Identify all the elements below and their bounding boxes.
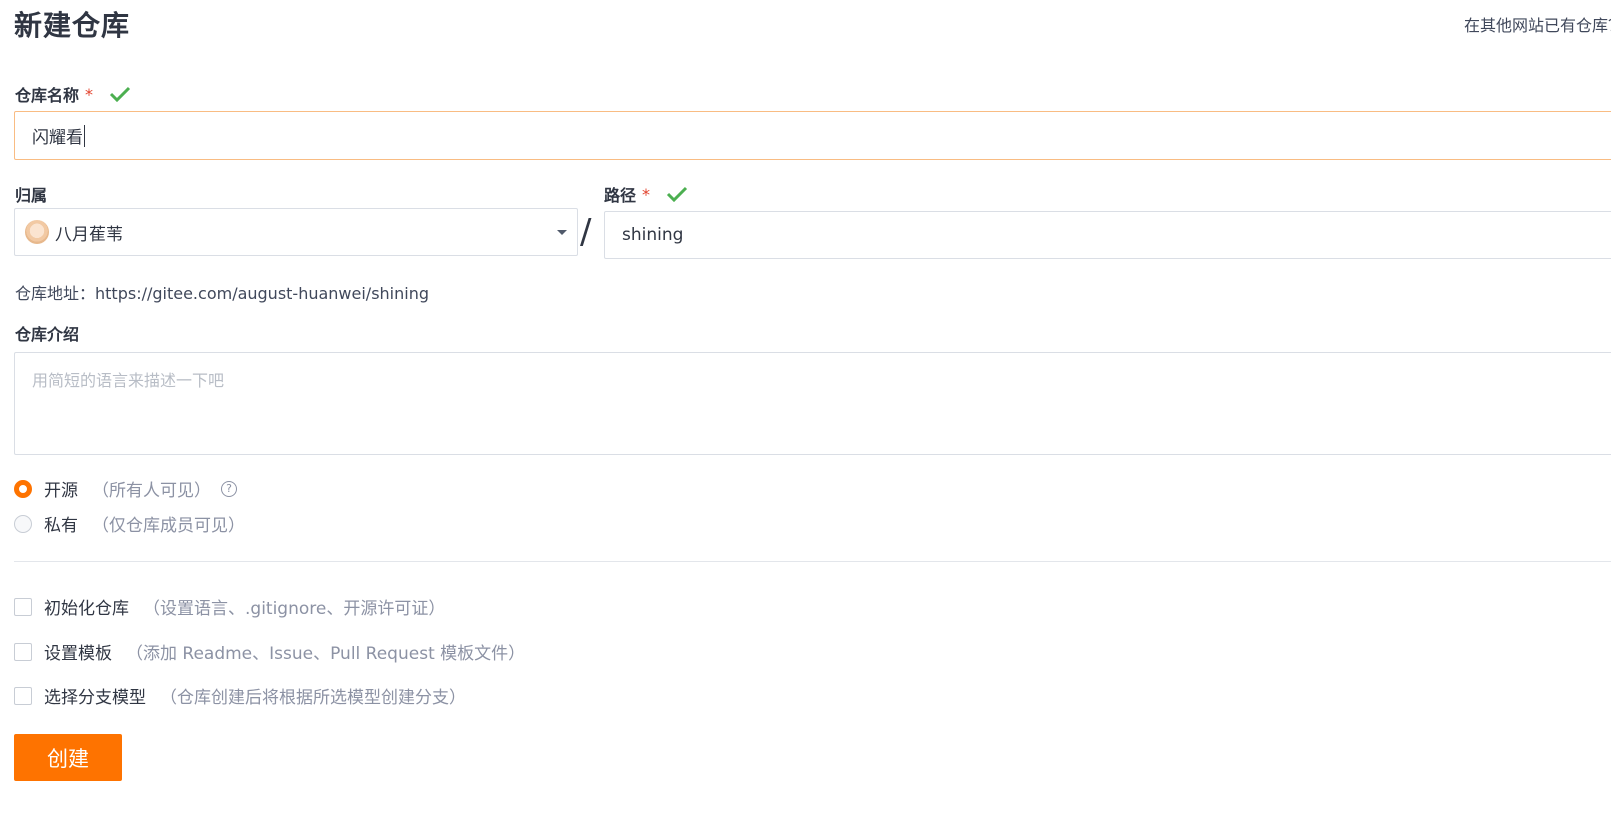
required-mark: * (642, 184, 651, 204)
repo-address-label: 仓库地址： (15, 284, 96, 303)
checkbox[interactable] (14, 642, 32, 661)
visibility-option-hint: （仅仓库成员可见） (92, 516, 245, 536)
repo-name-value: 闪耀看 (32, 128, 83, 148)
description-label: 仓库介绍 (15, 321, 79, 345)
repo-address: 仓库地址：https://gitee.com/august-huanwei/sh… (15, 280, 429, 304)
option-label: 设置模板 (44, 644, 112, 664)
description-textarea[interactable]: 用简短的语言来描述一下吧 (14, 352, 1611, 455)
owner-label-text: 归属 (15, 186, 48, 205)
radio-button-checked[interactable] (14, 479, 32, 498)
option-hint: （仓库创建后将根据所选模型创建分支） (160, 688, 466, 708)
create-button[interactable]: 创建 (14, 734, 122, 781)
owner-selected-value: 八月萑苇 (55, 224, 123, 245)
valid-check-icon (109, 86, 131, 103)
owner-label: 归属 (15, 182, 47, 206)
path-label: 路径 * (604, 182, 688, 206)
valid-check-icon (666, 186, 688, 203)
visibility-option-hint: （所有人可见） (92, 481, 211, 501)
radio-button[interactable] (14, 514, 32, 533)
option-hint: （添加 Readme、Issue、Pull Request 模板文件） (126, 644, 526, 664)
repo-address-url: https://gitee.com/august-huanwei/shining (95, 284, 429, 303)
visibility-option-private[interactable]: 私有 （仅仓库成员可见） (14, 511, 245, 536)
repo-name-label-text: 仓库名称 (15, 86, 80, 105)
page-title: 新建仓库 (14, 9, 131, 42)
checkbox[interactable] (14, 597, 32, 616)
option-label: 初始化仓库 (44, 599, 129, 619)
visibility-option-public[interactable]: 开源 （所有人可见） ? (14, 476, 237, 501)
avatar (25, 220, 49, 244)
text-caret (84, 124, 85, 147)
owner-select[interactable]: 八月萑苇 (14, 208, 578, 256)
visibility-option-label: 私有 (44, 516, 78, 536)
path-value: shining (622, 225, 684, 245)
branch-model-option[interactable]: 选择分支模型 （仓库创建后将根据所选模型创建分支） (14, 683, 466, 708)
template-option[interactable]: 设置模板 （添加 Readme、Issue、Pull Request 模板文件） (14, 639, 525, 664)
option-hint: （设置语言、.gitignore、开源许可证） (143, 599, 446, 619)
option-label: 选择分支模型 (44, 688, 146, 708)
path-input[interactable]: shining (604, 211, 1611, 259)
repo-name-label: 仓库名称 * (15, 82, 131, 106)
visibility-option-label: 开源 (44, 481, 78, 501)
repo-name-input[interactable]: 闪耀看 (14, 111, 1611, 160)
path-separator: / (580, 212, 592, 252)
import-repo-link[interactable]: 在其他网站已有仓库？点击导入 (1464, 12, 1611, 36)
divider (14, 561, 1611, 562)
help-icon[interactable]: ? (221, 480, 237, 497)
init-repo-option[interactable]: 初始化仓库 （设置语言、.gitignore、开源许可证） (14, 594, 445, 619)
path-label-text: 路径 (604, 186, 637, 205)
checkbox[interactable] (14, 686, 32, 705)
description-label-text: 仓库介绍 (15, 325, 80, 344)
new-repo-page: 新建仓库 在其他网站已有仓库？点击导入 仓库名称 * 闪耀看 归属 八月萑苇 /… (0, 0, 1611, 817)
caret-down-icon (557, 230, 567, 235)
required-mark: * (85, 84, 94, 104)
